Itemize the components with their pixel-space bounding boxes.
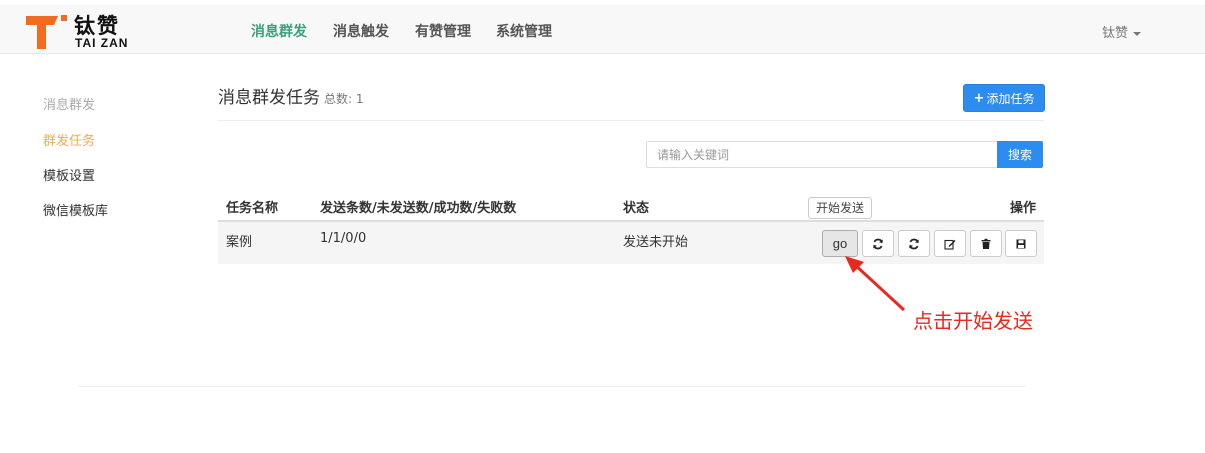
edit-icon <box>944 239 956 250</box>
page-title-text: 消息群发任务 <box>218 88 320 108</box>
annotation-text: 点击开始发送 <box>913 309 1033 333</box>
refresh-icon <box>909 238 919 249</box>
column-header-status: 状态 <box>623 201 650 216</box>
nav-item-youzan-management[interactable]: 有赞管理 <box>415 21 471 41</box>
column-header-counts: 发送条数/未发送数/成功数/失败数 <box>320 201 517 216</box>
nav-item-system-management[interactable]: 系统管理 <box>496 21 552 41</box>
add-task-button[interactable]: + 添加任务 <box>963 84 1045 112</box>
header-divider <box>218 120 1044 121</box>
sidebar-item-mass-tasks[interactable]: 群发任务 <box>43 130 95 149</box>
chevron-down-icon <box>1133 31 1141 36</box>
refresh-icon <box>873 238 883 249</box>
save-icon <box>1016 239 1026 248</box>
total-count: 总数: 1 <box>324 92 364 106</box>
brand-name-en: TAI ZAN <box>75 36 129 50</box>
start-send-tooltip: 开始发送 <box>808 197 873 219</box>
user-name: 钛赞 <box>1101 26 1128 41</box>
save-button[interactable] <box>1005 230 1037 257</box>
sidebar-item-wechat-template-library[interactable]: 微信模板库 <box>43 200 108 219</box>
top-navbar: 钛赞 TAI ZAN 消息群发 消息触发 有赞管理 系统管理 钛赞 <box>0 5 1205 54</box>
cell-status: 发送未开始 <box>623 235 689 250</box>
cell-counts: 1/1/0/0 <box>320 231 367 246</box>
sidebar-item-template-settings[interactable]: 模板设置 <box>43 165 95 184</box>
edit-button[interactable] <box>934 230 966 257</box>
nav-item-mass-message[interactable]: 消息群发 <box>251 21 307 41</box>
logo-mark-icon <box>26 15 67 49</box>
search-input[interactable] <box>646 141 998 168</box>
plus-icon: + <box>973 90 985 106</box>
footer-divider <box>78 386 1026 387</box>
page-title: 消息群发任务 总数: 1 <box>218 83 364 108</box>
column-header-task-name: 任务名称 <box>226 201 279 216</box>
column-header-actions: 操作 <box>1010 201 1037 216</box>
sidebar-section-mass-message: 消息群发 <box>43 98 96 113</box>
cell-task-name: 案例 <box>226 235 253 250</box>
annotation-arrow-icon <box>845 256 906 312</box>
nav-item-message-trigger[interactable]: 消息触发 <box>333 21 389 41</box>
add-task-label: 添加任务 <box>986 91 1035 106</box>
search-button[interactable]: 搜索 <box>997 141 1043 168</box>
trash-icon <box>981 238 991 249</box>
brand-logo[interactable]: 钛赞 TAI ZAN <box>24 10 144 52</box>
user-menu[interactable]: 钛赞 <box>1102 22 1141 41</box>
delete-button[interactable] <box>970 230 1002 257</box>
